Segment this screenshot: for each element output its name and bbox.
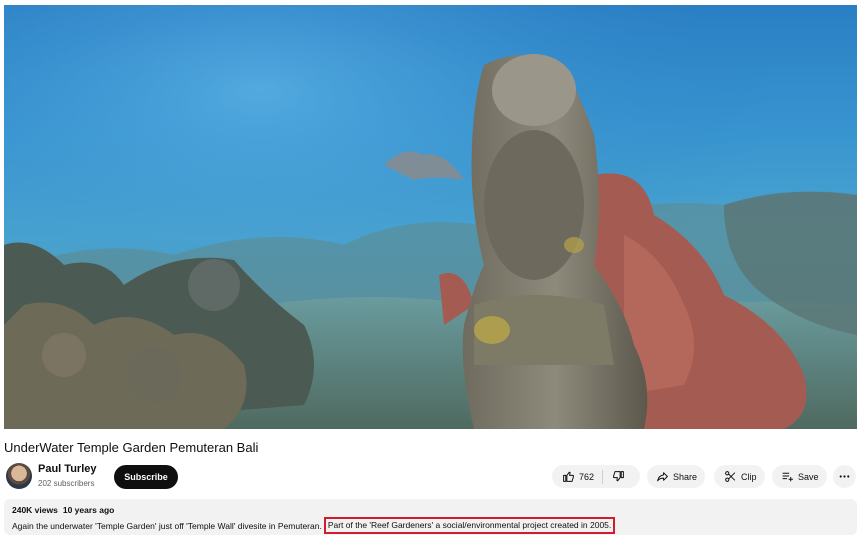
channel-row: Paul Turley 202 subscribers Subscribe 76… <box>4 461 858 493</box>
description-box[interactable]: 240K views 10 years ago Again the underwa… <box>4 499 857 535</box>
video-frame <box>4 5 857 429</box>
scissors-icon <box>723 470 737 484</box>
more-actions-button[interactable] <box>833 465 856 488</box>
thumbs-down-icon <box>611 470 625 484</box>
description-main-text: Again the underwater 'Temple Garden' jus… <box>12 521 322 531</box>
description-meta: 240K views 10 years ago <box>12 505 114 515</box>
youtube-watch-page: UnderWater Temple Garden Pemuteran Bali … <box>0 0 862 537</box>
subscribe-button[interactable]: Subscribe <box>114 465 178 489</box>
like-count: 762 <box>579 471 595 482</box>
description-highlighted-text: Part of the 'Reef Gardeners' a social/en… <box>323 517 616 534</box>
playlist-add-icon <box>780 470 794 484</box>
subscriber-count: 202 subscribers <box>38 479 95 488</box>
more-horizontal-icon <box>838 470 852 484</box>
channel-avatar[interactable] <box>6 463 32 489</box>
video-player[interactable] <box>4 5 857 429</box>
channel-name[interactable]: Paul Turley <box>38 463 96 475</box>
dislike-button[interactable] <box>603 465 625 488</box>
like-button[interactable]: 762 <box>552 465 594 488</box>
video-title: UnderWater Temple Garden Pemuteran Bali <box>4 440 259 455</box>
share-button[interactable]: Share <box>647 465 705 488</box>
like-dislike-group: 762 <box>552 465 640 488</box>
upload-age: 10 years ago <box>62 505 115 515</box>
clip-label: Clip <box>741 471 757 482</box>
share-arrow-icon <box>655 470 669 484</box>
share-label: Share <box>673 471 698 482</box>
save-button[interactable]: Save <box>772 465 827 488</box>
thumbs-up-icon <box>561 470 575 484</box>
view-count: 240K views <box>12 505 58 515</box>
clip-button[interactable]: Clip <box>714 465 765 488</box>
description-text: Again the underwater 'Temple Garden' jus… <box>12 517 616 535</box>
save-label: Save <box>798 471 819 482</box>
